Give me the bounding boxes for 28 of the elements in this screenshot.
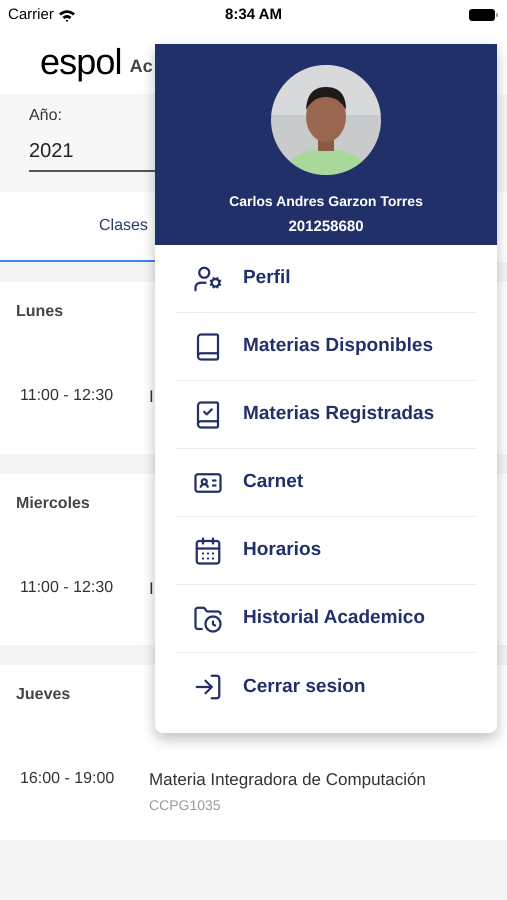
class-name: Materia Integradora de Computación: [149, 769, 426, 791]
class-time: 11:00 - 12:30: [19, 578, 114, 598]
class-name: I: [149, 386, 154, 408]
menu-item[interactable]: Carnet: [176, 449, 476, 517]
day-label: Miercoles: [16, 494, 90, 514]
menu-item[interactable]: Historial Academico: [176, 585, 476, 653]
year-label: Año:: [29, 106, 63, 126]
day-label: Jueves: [16, 685, 70, 705]
logo: espol: [40, 44, 122, 80]
class-code: CCPG1035: [149, 796, 222, 814]
header-title: Ac: [130, 54, 153, 78]
battery-icon: [469, 8, 499, 22]
menu-item[interactable]: Horarios: [176, 517, 476, 585]
user-id: 201258680: [288, 217, 364, 237]
menu-item[interactable]: Cerrar sesion: [176, 653, 476, 721]
user-gear-icon: [193, 264, 223, 294]
day-label: Lunes: [16, 302, 64, 322]
menu-item[interactable]: Perfil: [176, 245, 476, 313]
carrier-label: Carrier: [8, 4, 54, 25]
folder-clock-icon: [193, 604, 223, 634]
class-name: I: [149, 578, 154, 600]
menu-item[interactable]: Materias Disponibles: [176, 313, 476, 381]
calendar-icon: [193, 536, 223, 566]
class-time: 11:00 - 12:30: [19, 386, 114, 406]
class-time: 16:00 - 19:00: [19, 769, 116, 789]
clock-time: 8:34 AM: [225, 4, 282, 25]
wifi-icon: [58, 8, 76, 22]
menu-item[interactable]: Materias Registradas: [176, 381, 476, 449]
